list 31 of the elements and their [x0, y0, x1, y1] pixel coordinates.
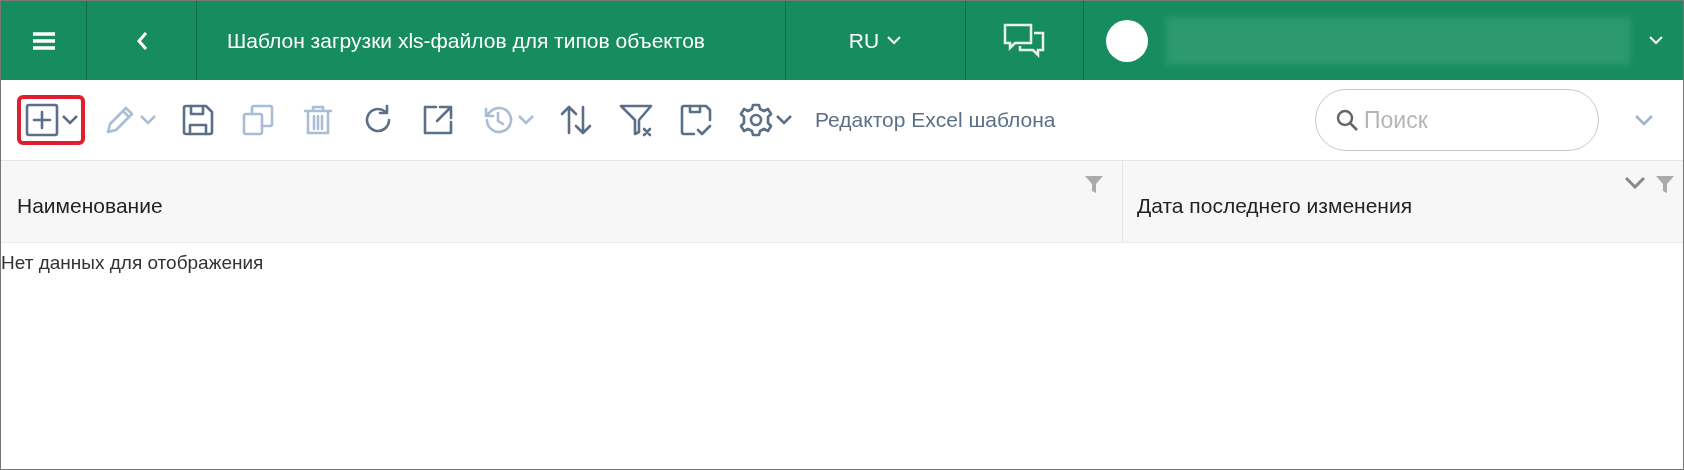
expand-icon[interactable] [1635, 114, 1653, 126]
caret-icon [1649, 36, 1663, 45]
caret-icon [140, 115, 156, 125]
caret-icon[interactable] [1625, 177, 1645, 189]
caret-icon [518, 115, 534, 125]
caret-icon [62, 115, 78, 125]
column-title: Наименование [17, 192, 163, 219]
search-icon [1335, 108, 1359, 132]
page-title: Шаблон загрузки xls-файлов для типов объектов [227, 27, 705, 54]
gear-icon [738, 102, 774, 138]
save-icon [180, 102, 216, 138]
caret-icon [887, 36, 902, 45]
filter-icon[interactable] [1084, 175, 1104, 195]
save-check-icon [678, 102, 714, 138]
search-field[interactable]: Поиск [1315, 89, 1599, 151]
avatar-icon [1105, 19, 1148, 62]
column-header[interactable]: Дата последнего изменения [1123, 161, 1683, 242]
filter-clear-icon [618, 102, 654, 138]
filter-icon[interactable] [1655, 175, 1675, 195]
back-icon [135, 30, 148, 51]
menu-icon [31, 30, 56, 51]
empty-message: Нет данных для отображения [1, 252, 264, 273]
copy-icon [240, 102, 276, 138]
excel-template-editor-link[interactable]: Редактор Excel шаблона [815, 104, 1056, 136]
language-selector[interactable]: RU [785, 1, 966, 80]
add-icon [24, 102, 60, 138]
caret-icon [776, 115, 792, 125]
column-title: Дата последнего изменения [1137, 192, 1413, 219]
column-header[interactable]: Наименование [1, 161, 1123, 242]
toolbar-button[interactable] [17, 95, 85, 145]
chat-icon [1002, 21, 1046, 60]
